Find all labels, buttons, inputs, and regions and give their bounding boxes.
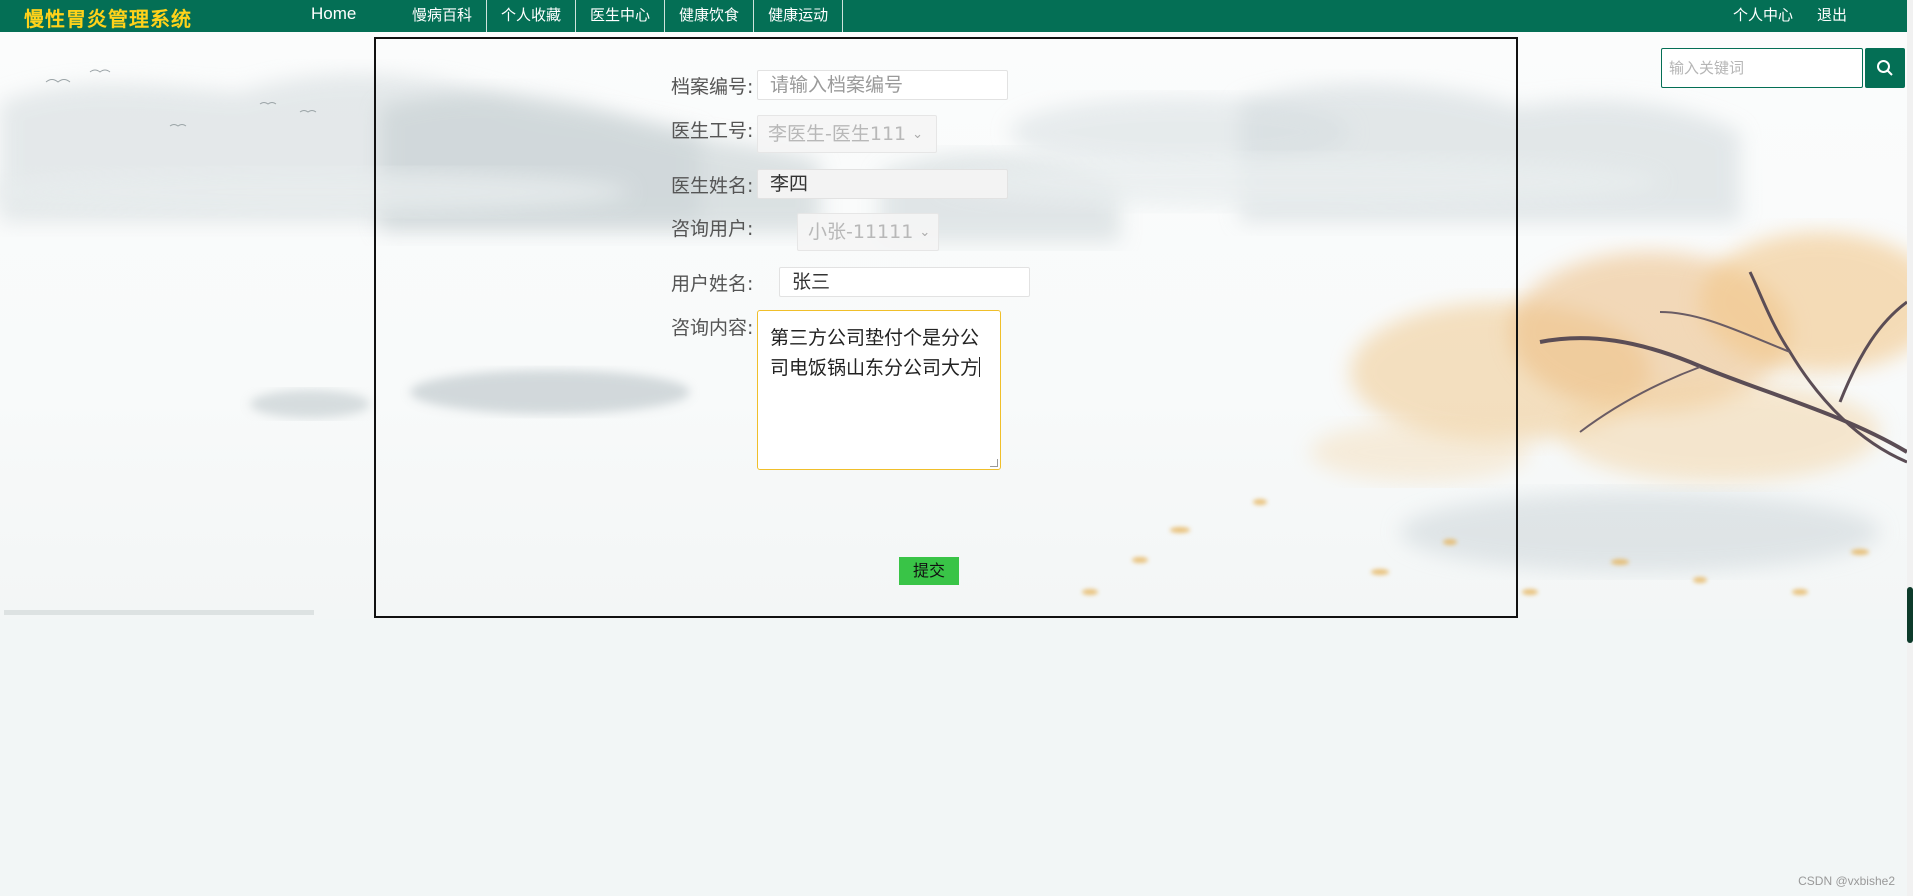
nav-item-doctor-center[interactable]: 医生中心	[576, 0, 666, 32]
doctor-id-select[interactable]: 李医生-医生111 ⌄	[757, 115, 937, 153]
text-caret	[979, 357, 981, 377]
consult-user-select[interactable]: 小张-11111 ⌄	[797, 213, 939, 251]
doctor-name-input[interactable]: 李四	[757, 169, 1008, 199]
doctor-id-label: 医生工号:	[671, 120, 754, 142]
submit-button[interactable]: 提交	[899, 557, 959, 585]
nav-home-link[interactable]: Home	[311, 4, 356, 24]
consult-content-textarea[interactable]: 第三方公司垫付个是分公司电饭锅山东分公司大方	[757, 310, 1001, 470]
nav-item-healthy-diet[interactable]: 健康饮食	[665, 0, 755, 32]
consult-user-value: 小张-11111	[808, 221, 914, 243]
consult-content-label: 咨询内容:	[671, 317, 754, 339]
consult-content-text: 第三方公司垫付个是分公司电饭锅山东分公司大方	[770, 327, 980, 379]
scrollbar-thumb[interactable]	[1907, 587, 1913, 643]
user-name-label: 用户姓名:	[671, 273, 754, 295]
top-nav-bar: 慢性胃炎管理系统 Home 慢病百科 个人收藏 医生中心 健康饮食 健康运动 个…	[0, 0, 1907, 32]
footer-credit: CSDN @vxbishe2	[1798, 874, 1895, 888]
doctor-name-label: 医生姓名:	[671, 175, 754, 197]
nav-logout[interactable]: 退出	[1817, 0, 1847, 32]
search-button[interactable]	[1865, 48, 1905, 88]
search-icon	[1877, 60, 1893, 76]
user-nav: 个人中心 退出	[1733, 0, 1847, 32]
user-name-input[interactable]: 张三	[779, 267, 1030, 297]
main-nav: 慢病百科 个人收藏 医生中心 健康饮食 健康运动	[398, 0, 844, 32]
page-scrollbar[interactable]	[1907, 0, 1913, 896]
nav-item-healthy-exercise[interactable]: 健康运动	[754, 0, 844, 32]
archive-no-label: 档案编号:	[671, 76, 754, 98]
archive-no-input[interactable]: 请输入档案编号	[757, 70, 1008, 100]
search-input[interactable]	[1661, 48, 1863, 88]
consult-user-label: 咨询用户:	[671, 218, 754, 240]
resize-handle-icon[interactable]	[990, 459, 998, 467]
app-brand[interactable]: 慢性胃炎管理系统	[24, 3, 192, 32]
nav-item-favorites[interactable]: 个人收藏	[487, 0, 577, 32]
chevron-down-icon: ⌄	[912, 127, 924, 142]
nav-item-chronic-disease-wiki[interactable]: 慢病百科	[398, 0, 488, 32]
doctor-id-value: 李医生-医生111	[768, 123, 907, 145]
chevron-down-icon: ⌄	[919, 225, 931, 240]
nav-personal-center[interactable]: 个人中心	[1733, 0, 1793, 32]
